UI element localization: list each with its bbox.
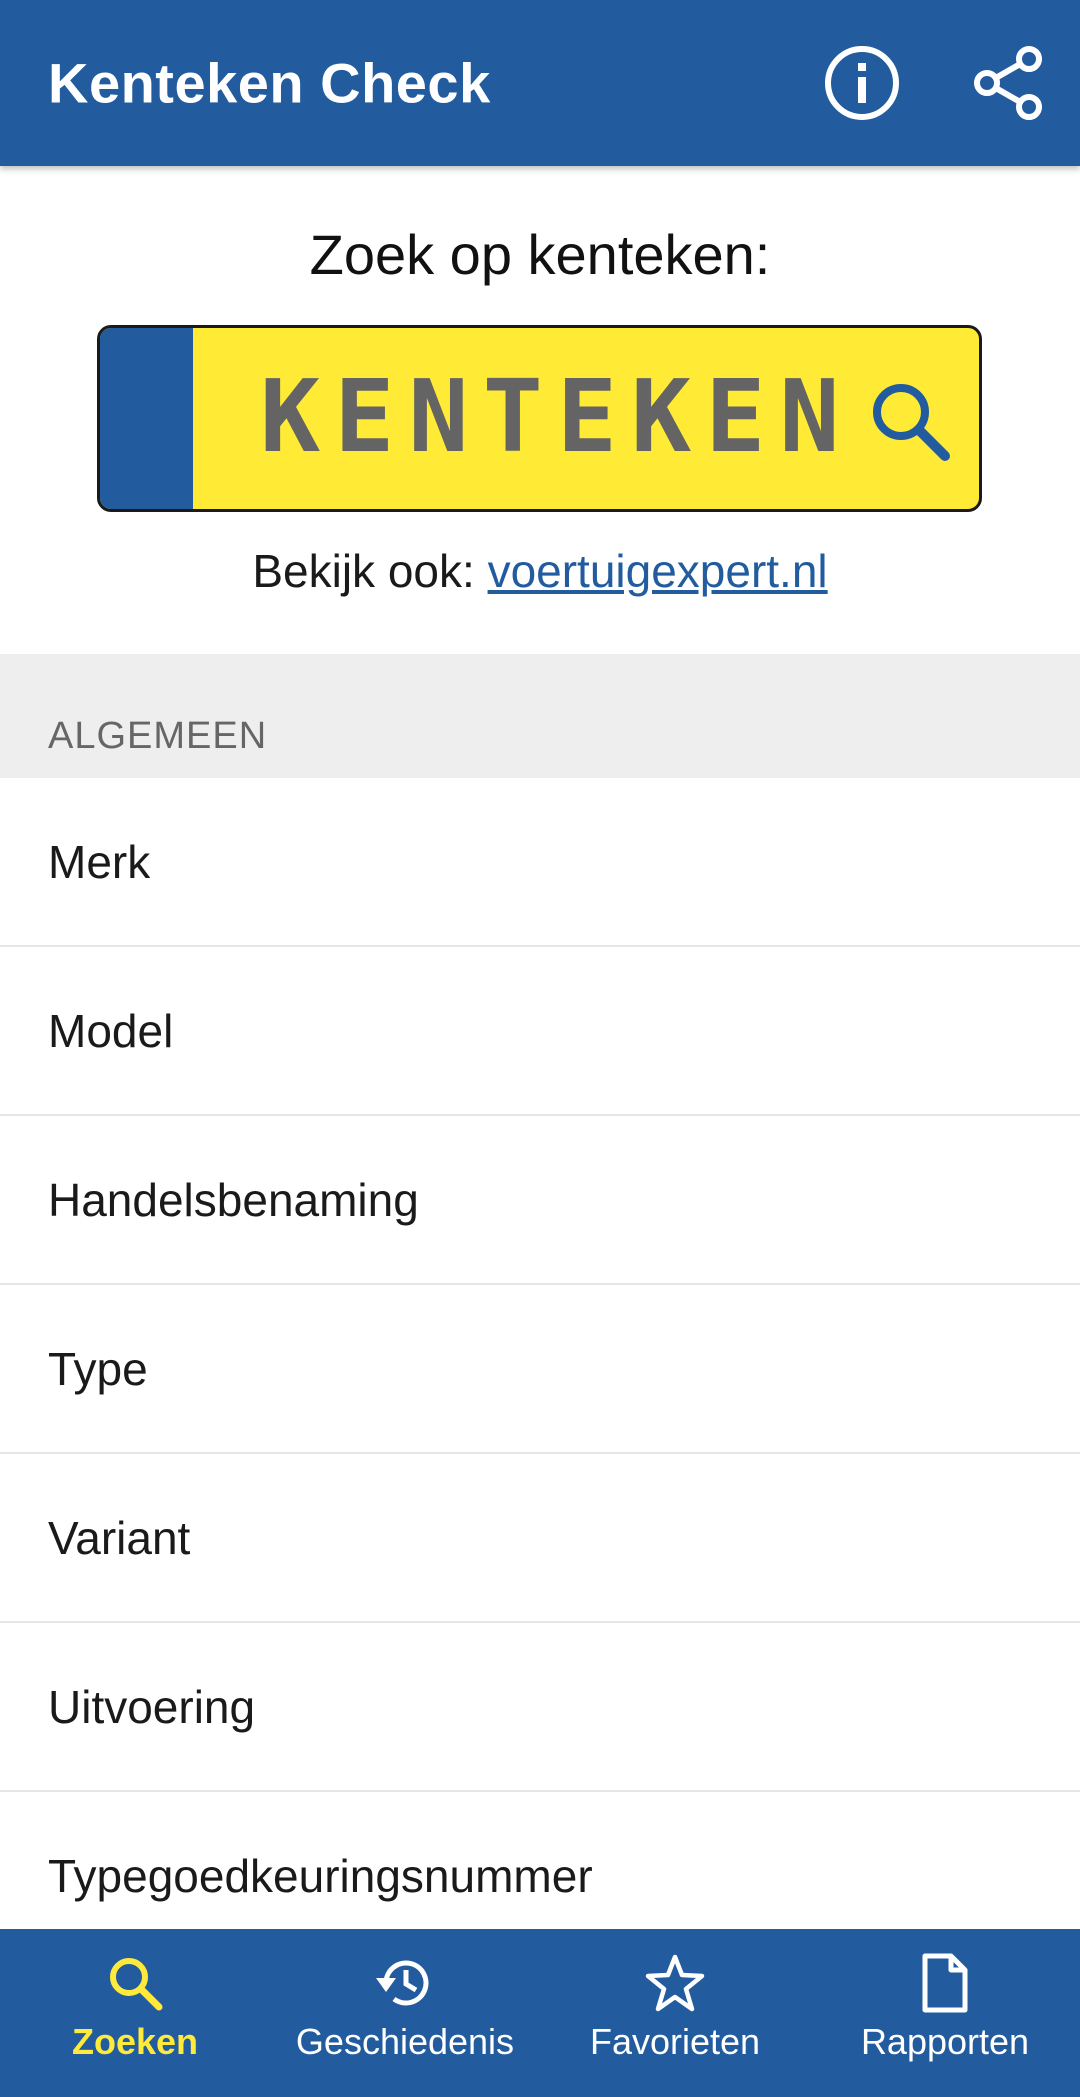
plate-placeholder: KENTEKEN (260, 358, 854, 475)
search-icon (110, 1958, 163, 2011)
bottom-navigation: Zoeken Geschiedenis Favorieten Rapporten (0, 1929, 1080, 2097)
list-item-model[interactable]: Model (0, 947, 1080, 1116)
search-heading: Zoek op kenteken: (309, 223, 771, 286)
info-icon (825, 46, 899, 120)
share-icon (974, 46, 1042, 120)
document-icon (922, 1953, 968, 2013)
list-item-label: Model (48, 1004, 174, 1057)
list-item-label: Merk (48, 835, 151, 888)
nav-tab-geschiedenis[interactable]: Geschiedenis (270, 1929, 540, 2097)
list-item-merk[interactable]: Merk (0, 778, 1080, 947)
list-item-label: Variant (48, 1511, 191, 1564)
info-list: Merk Model Handelsbenaming Type Variant … (0, 778, 1080, 1961)
list-item-handelsbenaming[interactable]: Handelsbenaming (0, 1116, 1080, 1285)
search-section: Zoek op kenteken: KENTEKEN Bekijk ook: v… (0, 166, 1080, 654)
app-title: Kenteken Check (48, 51, 491, 115)
nav-label: Zoeken (71, 2021, 199, 2062)
list-item-label: Handelsbenaming (48, 1173, 419, 1226)
nav-label: Geschiedenis (295, 2021, 515, 2062)
list-item-type[interactable]: Type (0, 1285, 1080, 1454)
list-item-label: Type (48, 1342, 148, 1395)
list-item-variant[interactable]: Variant (0, 1454, 1080, 1623)
list-item-label: Typegoedkeuringsnummer (48, 1849, 593, 1902)
app-bar: Kenteken Check (0, 0, 1080, 166)
list-item-uitvoering[interactable]: Uitvoering (0, 1623, 1080, 1792)
nav-tab-zoeken[interactable]: Zoeken (0, 1929, 270, 2097)
history-icon (376, 1960, 429, 2006)
share-button[interactable] (968, 43, 1048, 123)
also-prefix: Bekijk ook: (252, 545, 488, 597)
plate-eu-strip (100, 328, 193, 509)
info-button[interactable] (822, 43, 902, 123)
list-item-label: Uitvoering (48, 1680, 256, 1733)
also-line: Bekijk ook: voertuigexpert.nl (0, 544, 1080, 598)
section-title: ALGEMEEN (48, 715, 268, 757)
section-header: ALGEMEEN (0, 654, 1080, 778)
nav-tab-rapporten[interactable]: Rapporten (810, 1929, 1080, 2097)
voertuigexpert-link[interactable]: voertuigexpert.nl (488, 545, 828, 597)
license-plate-input[interactable]: KENTEKEN (97, 325, 982, 512)
star-icon (645, 1954, 705, 2012)
search-icon[interactable] (865, 376, 955, 466)
nav-label: Rapporten (860, 2021, 1030, 2062)
nav-tab-favorieten[interactable]: Favorieten (540, 1929, 810, 2097)
nav-label: Favorieten (589, 2021, 761, 2062)
